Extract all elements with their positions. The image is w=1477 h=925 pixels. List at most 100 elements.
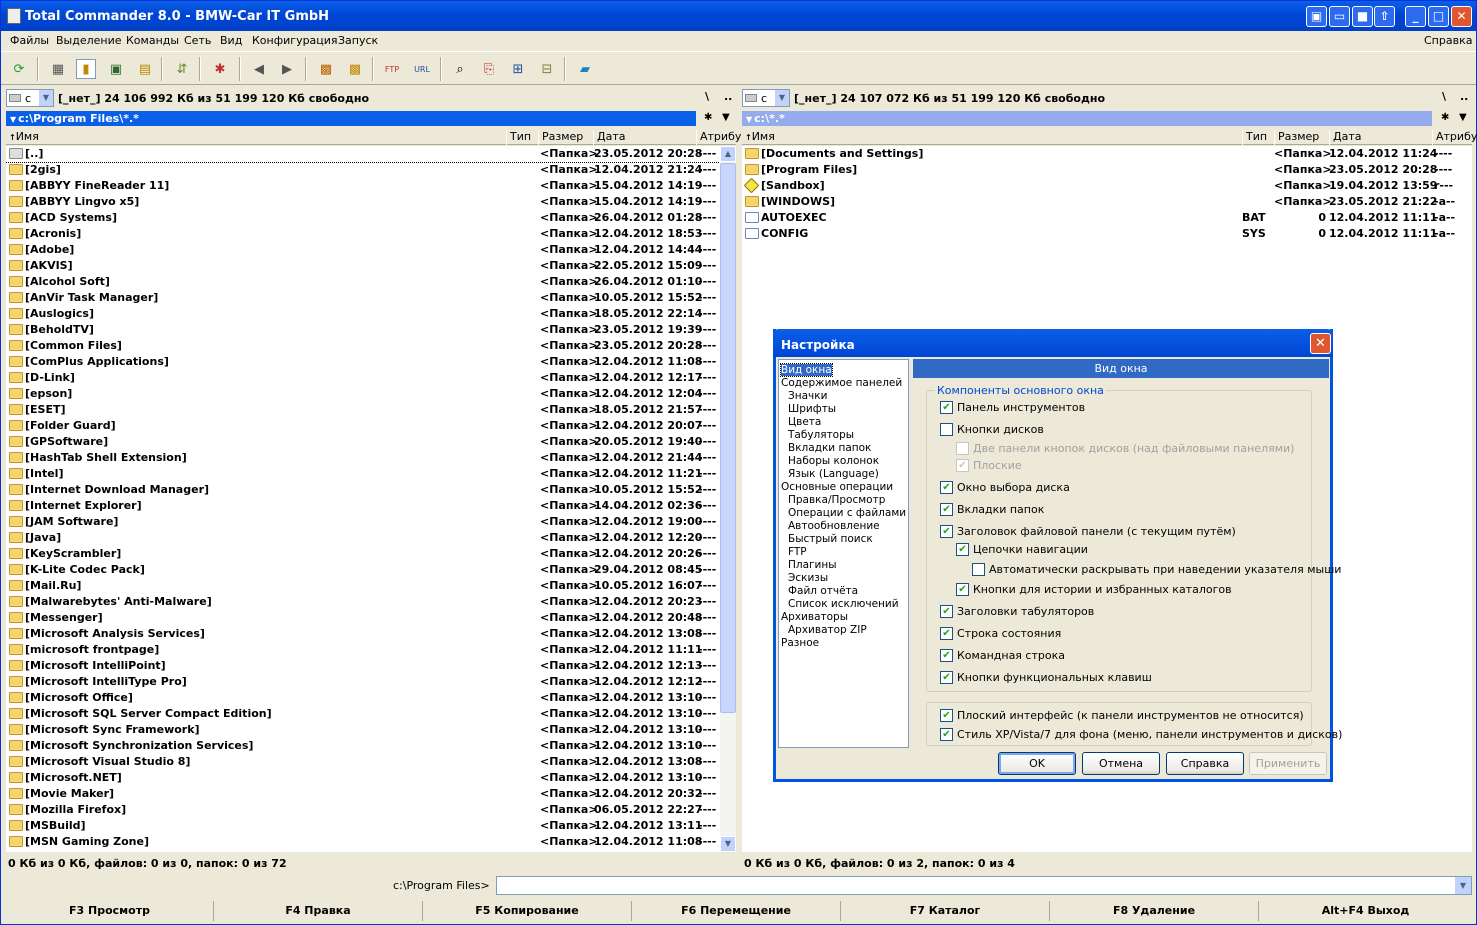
tree-item[interactable]: Табуляторы — [788, 429, 854, 441]
chevron-down-icon[interactable]: ▼ — [1455, 877, 1471, 894]
tree-item[interactable]: Значки — [788, 390, 827, 402]
scroll-thumb[interactable] — [720, 163, 736, 713]
file-row[interactable]: [MSBuild] <Папка> 12.04.2012 13:11 ---- — [6, 818, 720, 834]
ftp-connect-icon[interactable]: FTP — [382, 59, 402, 79]
thumbnails-icon[interactable]: ▣ — [106, 59, 126, 79]
f6-move-button[interactable]: F6 Перемещение — [632, 901, 841, 921]
apply-button[interactable]: Применить — [1249, 752, 1327, 775]
checkbox-icon[interactable]: ✔ — [940, 649, 953, 662]
file-row[interactable]: [..] <Папка> 23.05.2012 20:28 ---- — [6, 146, 720, 163]
tree-item[interactable]: FTP — [788, 546, 807, 558]
file-row[interactable]: [Microsoft.NET] <Папка> 12.04.2012 13:10 --… — [6, 770, 720, 786]
checkbox-icon[interactable]: ✔ — [956, 583, 969, 596]
select-all-icon[interactable]: ✱ — [210, 59, 230, 79]
close-button[interactable]: ✕ — [1451, 6, 1472, 27]
file-row[interactable]: [MSN Gaming Zone] <Папка> 12.04.2012 11:08… — [6, 834, 720, 850]
file-row[interactable]: [Messenger] <Папка> 12.04.2012 20:48 ---- — [6, 610, 720, 626]
tree-item[interactable]: Содержимое панелей — [781, 377, 902, 389]
file-row[interactable]: [Java] <Папка> 12.04.2012 12:20 ---- — [6, 530, 720, 546]
file-row[interactable]: [Common Files] <Папка> 23.05.2012 20:28 ---… — [6, 338, 720, 354]
file-row[interactable]: [Program Files] <Папка> 23.05.2012 20:28 --… — [742, 162, 1472, 178]
tree-item[interactable]: Правка/Просмотр — [788, 494, 885, 506]
file-row[interactable]: CONFIG SYS 0 12.04.2012 11:11 -a-- — [742, 226, 1472, 242]
chevron-down-icon[interactable]: ▼ — [39, 90, 53, 106]
brief-view-icon[interactable]: ▦ — [48, 59, 68, 79]
file-row[interactable]: [Sandbox] <Папка> 19.04.2012 13:59 r--- — [742, 177, 1472, 194]
chevron-down-icon[interactable]: ▼ — [746, 115, 752, 124]
file-row[interactable]: [ESET] <Папка> 18.05.2012 21:57 ---- — [6, 402, 720, 418]
file-row[interactable]: [Documents and Settings] <Папка> 12.04.201… — [742, 146, 1472, 162]
tree-item[interactable]: Файл отчёта — [788, 585, 858, 597]
col-attr[interactable]: Атрибу — [696, 130, 741, 145]
menu-configuration[interactable]: Конфигурация — [252, 34, 338, 47]
left-drive-select[interactable]: c ▼ — [6, 89, 54, 107]
pack-icon[interactable]: ▩ — [316, 59, 336, 79]
file-row[interactable]: [Mozilla Firefox] <Папка> 06.05.2012 22:27… — [6, 802, 720, 818]
compare-icon[interactable]: ⊟ — [537, 59, 557, 79]
tree-item[interactable]: Эскизы — [788, 572, 828, 584]
f7-mkdir-button[interactable]: F7 Каталог — [841, 901, 1050, 921]
file-row[interactable]: [ACD Systems] <Папка> 26.04.2012 01:28 ---- — [6, 210, 720, 226]
checkbox-icon[interactable] — [956, 442, 969, 455]
file-row[interactable]: [JAM Software] <Папка> 12.04.2012 19:00 ---… — [6, 514, 720, 530]
left-favorites-button[interactable]: ✱ — [704, 112, 712, 123]
checkbox-icon[interactable]: ✔ — [940, 605, 953, 618]
col-size[interactable]: Размер — [538, 130, 583, 145]
notepad-icon[interactable]: ▰ — [575, 59, 595, 79]
cancel-button[interactable]: Отмена — [1082, 752, 1160, 775]
tree-item[interactable]: Разное — [781, 637, 819, 649]
file-row[interactable]: [AKVIS] <Папка> 22.05.2012 15:09 ---- — [6, 258, 720, 274]
dialog-title-bar[interactable]: Настройка ✕ — [773, 329, 1333, 357]
file-row[interactable]: [Microsoft Synchronization Services] <Пап… — [6, 738, 720, 754]
chevron-down-icon[interactable]: ▼ — [775, 90, 789, 106]
file-row[interactable]: [ComPlus Applications] <Папка> 12.04.2012 … — [6, 354, 720, 370]
file-row[interactable]: [2gis] <Папка> 12.04.2012 21:24 ---- — [6, 162, 720, 178]
color-icon[interactable]: ■ — [1352, 6, 1373, 27]
app-icon[interactable] — [7, 8, 21, 24]
file-row[interactable]: [Microsoft Visual Studio 8] <Папка> 12.04.… — [6, 754, 720, 770]
menu-view[interactable]: Вид — [220, 34, 242, 47]
menu-files[interactable]: Файлы — [10, 34, 49, 47]
col-name[interactable]: ↑Имя — [742, 130, 775, 145]
scroll-up-icon[interactable]: ▲ — [720, 146, 736, 162]
f3-view-button[interactable]: F3 Просмотр — [6, 901, 214, 921]
url-connect-icon[interactable]: URL — [412, 59, 432, 79]
checkbox-icon[interactable]: ✔ — [956, 543, 969, 556]
menu-start[interactable]: Запуск — [338, 34, 378, 47]
right-root-button[interactable]: \ — [1442, 90, 1446, 103]
menu-selection[interactable]: Выделение — [56, 34, 122, 47]
tree-item[interactable]: Быстрый поиск — [788, 533, 873, 545]
file-row[interactable]: AUTOEXEC BAT 0 12.04.2012 11:11 -a-- — [742, 210, 1472, 226]
checkbox-icon[interactable]: ✔ — [940, 481, 953, 494]
tree-item[interactable]: Архиваторы — [781, 611, 848, 623]
col-size[interactable]: Размер — [1274, 130, 1319, 145]
file-row[interactable]: [Malwarebytes' Anti-Malware] <Папка> 12.04… — [6, 594, 720, 610]
extra-window-icon[interactable]: ▭ — [1329, 6, 1350, 27]
left-parent-button[interactable]: .. — [724, 90, 732, 103]
left-scrollbar[interactable]: ▲ ▼ — [720, 146, 736, 852]
file-row[interactable]: [D-Link] <Папка> 12.04.2012 12:17 ---- — [6, 370, 720, 386]
file-row[interactable]: [Adobe] <Папка> 12.04.2012 14:44 ---- — [6, 242, 720, 258]
left-path-bar[interactable]: ▼ c:\Program Files\*.* — [6, 111, 696, 126]
checkbox-icon[interactable]: ✔ — [940, 525, 953, 538]
f4-edit-button[interactable]: F4 Правка — [214, 901, 423, 921]
checkbox-icon[interactable]: ✔ — [940, 671, 953, 684]
file-row[interactable]: [Auslogics] <Папка> 18.05.2012 22:14 ---- — [6, 306, 720, 322]
f8-delete-button[interactable]: F8 Удаление — [1050, 901, 1259, 921]
col-name[interactable]: ↑Имя — [6, 130, 39, 145]
checkbox-icon[interactable]: ✔ — [940, 627, 953, 640]
left-file-list[interactable]: [..] <Папка> 23.05.2012 20:28 ---- [2gis] <Па… — [6, 146, 720, 852]
tree-item[interactable]: Операции с файлами — [788, 507, 906, 519]
search-icon[interactable]: ⌕ — [450, 59, 470, 79]
menu-network[interactable]: Сеть — [184, 34, 211, 47]
tree-item[interactable]: Плагины — [788, 559, 837, 571]
ok-button[interactable]: OK — [998, 752, 1076, 775]
checkbox-icon[interactable] — [940, 423, 953, 436]
file-row[interactable]: [GPSoftware] <Папка> 20.05.2012 19:40 ---- — [6, 434, 720, 450]
invert-selection-icon[interactable]: ⇵ — [172, 59, 192, 79]
left-root-button[interactable]: \ — [705, 90, 709, 103]
file-row[interactable]: [AnVir Task Manager] <Папка> 10.05.2012 15… — [6, 290, 720, 306]
tree-item[interactable]: Вкладки папок — [788, 442, 871, 454]
f5-copy-button[interactable]: F5 Копирование — [423, 901, 632, 921]
file-row[interactable]: [epson] <Папка> 12.04.2012 12:04 ---- — [6, 386, 720, 402]
